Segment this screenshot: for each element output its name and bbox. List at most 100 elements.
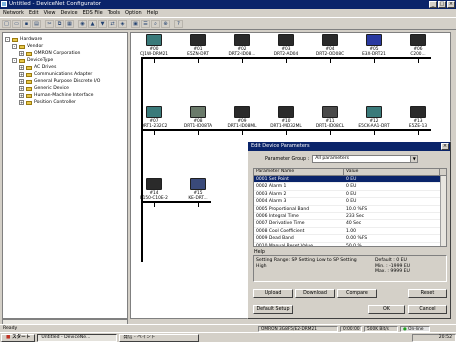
device-node[interactable]: #07 DRT1-232C2 — [137, 106, 171, 135]
expand-icon[interactable]: + — [19, 86, 24, 91]
parameter-value[interactable]: 233 Sec — [344, 213, 440, 219]
parameter-value[interactable]: 40 Sec — [344, 220, 440, 226]
tree-item[interactable]: + General Purpose Discrete I/O — [5, 78, 125, 85]
reset-button[interactable]: Reset — [408, 289, 447, 298]
menu-eds-file[interactable]: EDS File — [83, 9, 103, 17]
device-node[interactable]: #08 DRT1-ID08TA — [181, 106, 215, 135]
device-node[interactable]: #12 E5CK-AA1-DRT — [357, 106, 391, 135]
hardware-tree[interactable]: - Hardware - Vendor + OMRON Corporation - Devic… — [2, 32, 128, 319]
parameter-value[interactable]: 0 EU — [344, 176, 440, 182]
device-node[interactable]: #02 DRT2-ID08... — [225, 34, 259, 63]
tree-item[interactable]: + AC Drives — [5, 64, 125, 71]
parameter-row[interactable]: 0009 Dead Band 0.00 %FS — [254, 235, 446, 243]
menu-edit[interactable]: Edit — [29, 9, 39, 17]
properties-icon[interactable]: ☰ — [141, 20, 150, 28]
compare-button[interactable]: Compare — [337, 289, 377, 298]
device-node[interactable]: #00 CJ1W-DRM21 — [137, 34, 171, 63]
device-node[interactable]: #15 KE-DRT... — [181, 178, 215, 207]
parameter-table-scrollbar[interactable] — [440, 176, 446, 246]
parameter-row[interactable]: 0001 Set Point 0 EU — [254, 176, 446, 184]
open-icon[interactable]: ▭ — [12, 20, 21, 28]
tree-item[interactable]: + Position Controller — [5, 99, 125, 106]
minimize-button[interactable]: _ — [429, 1, 437, 8]
taskbar-item-configurator[interactable]: Untitled - DeviceNe... — [37, 333, 118, 342]
expand-icon[interactable]: + — [19, 72, 24, 77]
download-icon[interactable]: ▼ — [98, 20, 107, 28]
expand-icon[interactable]: + — [19, 79, 24, 84]
taskbar-item-paint[interactable]: 発信 - ペイント — [119, 333, 200, 342]
parameter-value[interactable]: 0 EU — [344, 198, 440, 204]
parameter-row[interactable]: 0006 Integral Time 233 Sec — [254, 213, 446, 221]
parameter-row[interactable]: 0005 Proportional Band 10.0 %FS — [254, 206, 446, 213]
parameter-group-select[interactable]: All parameters ▼ — [312, 155, 419, 163]
parameter-row[interactable]: 0008 Cool Coefficient 1.00 — [254, 228, 446, 236]
device-node[interactable]: #10 DRT1-MD32ML — [269, 106, 303, 135]
tree-item[interactable]: - Hardware — [5, 36, 125, 43]
expand-icon[interactable]: + — [19, 93, 24, 98]
download-button[interactable]: Download — [295, 289, 335, 298]
upload-icon[interactable]: ▲ — [88, 20, 97, 28]
upload-button[interactable]: Upload — [253, 289, 293, 298]
collapse-icon[interactable]: - — [5, 37, 10, 42]
device-node[interactable]: #06 C200... — [401, 34, 435, 63]
column-header-value[interactable]: Value — [344, 169, 440, 175]
parameter-value[interactable]: 1.00 — [344, 228, 440, 234]
paste-icon[interactable]: ▦ — [65, 20, 74, 28]
close-button[interactable]: × — [447, 1, 455, 8]
parameter-value[interactable]: 0 EU — [344, 183, 440, 189]
tree-item[interactable]: - Vendor — [5, 43, 125, 50]
collapse-icon[interactable]: - — [12, 44, 17, 49]
tree-item[interactable]: - DeviceType — [5, 57, 125, 64]
device-node[interactable]: #03 DRT2-AD04 — [269, 34, 303, 63]
expand-icon[interactable]: + — [19, 100, 24, 105]
monitor-icon[interactable]: ◈ — [118, 20, 127, 28]
default-setup-button[interactable]: Default Setup — [253, 305, 293, 314]
device-node[interactable]: #04 DRT2-OD08C — [313, 34, 347, 63]
menu-tools[interactable]: Tools — [108, 9, 120, 17]
cancel-button[interactable]: Cancel — [408, 305, 447, 314]
ok-button[interactable]: OK — [368, 305, 405, 314]
chevron-down-icon[interactable]: ▼ — [410, 156, 418, 162]
device-node[interactable]: #05 E3X-DRT21 — [357, 34, 391, 63]
expand-icon[interactable]: + — [19, 65, 24, 70]
menu-device[interactable]: Device — [60, 9, 77, 17]
dialog-close-button[interactable]: × — [441, 143, 449, 150]
menu-option[interactable]: Option — [125, 9, 142, 17]
tree-item[interactable]: + OMRON Corporation — [5, 50, 125, 57]
help-icon[interactable]: ? — [174, 20, 183, 28]
copy-icon[interactable]: ⧉ — [55, 20, 64, 28]
parameter-value[interactable]: 0.00 %FS — [344, 235, 440, 241]
parameter-row[interactable]: 0007 Derivative Time 40 Sec — [254, 220, 446, 228]
online-icon[interactable]: ◉ — [78, 20, 87, 28]
device-node[interactable]: #11 DRT1-ID08CL — [313, 106, 347, 135]
column-header-name[interactable]: Parameter Name — [254, 169, 344, 175]
tree-item[interactable]: + Generic Device — [5, 85, 125, 92]
device-node[interactable]: #14 F150-C10E-2 — [137, 178, 171, 207]
find-icon[interactable]: ⌕ — [151, 20, 160, 28]
menu-view[interactable]: View — [44, 9, 56, 17]
save-icon[interactable]: ▪ — [22, 20, 31, 28]
expand-icon[interactable]: + — [19, 51, 24, 56]
parameter-row[interactable]: 0003 Alarm 2 0 EU — [254, 191, 446, 199]
device-node[interactable]: #09 DRT1-ID08ML — [225, 106, 259, 135]
menu-network[interactable]: Network — [3, 9, 24, 17]
zoom-icon[interactable]: ⊕ — [161, 20, 170, 28]
print-icon[interactable]: ▤ — [32, 20, 41, 28]
device-node[interactable]: #01 E5ZN-DRT — [181, 34, 215, 63]
parameter-icon[interactable]: ▣ — [131, 20, 140, 28]
new-icon[interactable]: □ — [2, 20, 11, 28]
compare-icon[interactable]: ⇄ — [108, 20, 117, 28]
start-button[interactable]: ■ スタート — [1, 333, 36, 342]
device-node[interactable]: #13 E5ZE-13 — [401, 106, 435, 135]
collapse-icon[interactable]: - — [12, 58, 17, 63]
parameter-value[interactable]: 10.0 %FS — [344, 206, 440, 212]
maximize-button[interactable]: □ — [438, 1, 446, 8]
parameter-value[interactable]: 0 EU — [344, 191, 440, 197]
parameter-row[interactable]: 0010 Manual Reset Value 50.0 % — [254, 243, 446, 246]
parameter-value[interactable]: 50.0 % — [344, 243, 440, 246]
cut-icon[interactable]: ✂ — [45, 20, 54, 28]
tree-item[interactable]: + Human-Machine Interface — [5, 92, 125, 99]
parameter-row[interactable]: 0002 Alarm 1 0 EU — [254, 183, 446, 191]
tree-item[interactable]: + Communications Adapter — [5, 71, 125, 78]
menu-help[interactable]: Help — [147, 9, 158, 17]
